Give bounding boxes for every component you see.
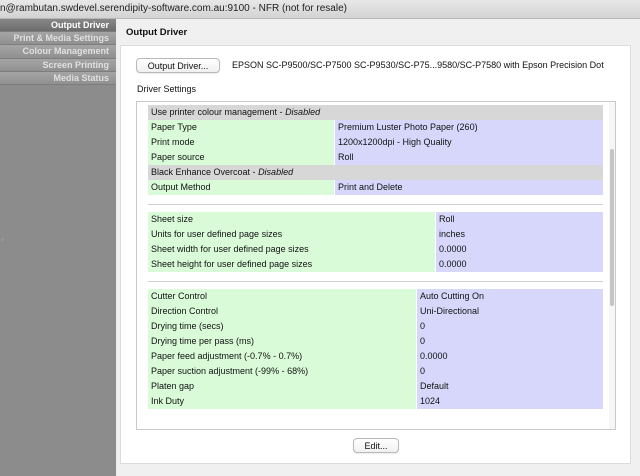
setting-name: Use printer colour management - Disabled (148, 105, 603, 120)
setting-name: Print mode (148, 135, 334, 150)
setting-name-text: Cutter Control (151, 291, 208, 301)
settings-group-page-size: Sheet size Roll Units for user defined pag… (148, 212, 603, 272)
setting-value: Print and Delete (334, 180, 603, 195)
table-row[interactable]: Direction Control Uni-Directional (148, 304, 603, 319)
printer-name: EPSON SC-P9500/SC-P7500 SC-P9530/SC-P75.… (232, 60, 604, 70)
setting-value: 1024 (416, 394, 603, 409)
setting-name: Sheet width for user defined page sizes (148, 242, 435, 257)
table-row[interactable]: Sheet width for user defined page sizes 0… (148, 242, 603, 257)
table-row[interactable]: Output Method Print and Delete (148, 180, 603, 195)
sidebar-item-media-status[interactable]: Media Status (0, 71, 116, 85)
settings-group-media: Use printer colour management - Disabled… (148, 105, 603, 195)
table-row[interactable]: Paper suction adjustment (-99% - 68%) 0 (148, 364, 603, 379)
sidebar-item-colour-management[interactable]: Colour Management (0, 45, 116, 59)
setting-name: Sheet size (148, 212, 435, 227)
setting-name-text: Drying time (secs) (151, 321, 224, 331)
setting-name: Ink Duty (148, 394, 416, 409)
setting-name: Sheet height for user defined page sizes (148, 257, 435, 272)
setting-name-text: Black Enhance Overcoat - (151, 167, 259, 177)
setting-name: Paper Type (148, 120, 334, 135)
sidebar-item-print-media-settings[interactable]: Print & Media Settings (0, 32, 116, 46)
table-row[interactable]: Platen gap Default (148, 379, 603, 394)
setting-name: Paper suction adjustment (-99% - 68%) (148, 364, 416, 379)
setting-name-text: Sheet height for user defined page sizes (151, 259, 313, 269)
setting-value: Auto Cutting On (416, 289, 603, 304)
setting-value: Premium Luster Photo Paper (260) (334, 120, 603, 135)
group-divider (148, 195, 603, 205)
setting-name-text: Ink Duty (151, 396, 185, 406)
setting-name: Paper feed adjustment (-0.7% - 0.7%) (148, 349, 416, 364)
setting-name-text: Print mode (151, 137, 195, 147)
setting-name: Platen gap (148, 379, 416, 394)
sidebar: Output Driver Print & Media Settings Col… (0, 19, 116, 476)
setting-name: Paper source (148, 150, 334, 165)
table-row[interactable]: Use printer colour management - Disabled (148, 105, 603, 120)
setting-value: Default (416, 379, 603, 394)
setting-value: 0 (416, 319, 603, 334)
output-driver-button[interactable]: Output Driver... (136, 58, 220, 73)
table-row[interactable]: Sheet size Roll (148, 212, 603, 227)
setting-name: Black Enhance Overcoat - Disabled (148, 165, 603, 180)
driver-settings-table[interactable]: Use printer colour management - Disabled… (136, 101, 616, 430)
table-row[interactable]: Sheet height for user defined page sizes… (148, 257, 603, 272)
table-row[interactable]: Cutter Control Auto Cutting On (148, 289, 603, 304)
setting-value: 1200x1200dpi - High Quality (334, 135, 603, 150)
setting-name-text: Paper suction adjustment (-99% - 68%) (151, 366, 309, 376)
setting-value: 0.0000 (416, 349, 603, 364)
setting-name: Drying time (secs) (148, 319, 416, 334)
setting-name: Direction Control (148, 304, 416, 319)
scrollbar-thumb[interactable] (610, 149, 614, 306)
settings-list: Use printer colour management - Disabled… (148, 105, 603, 409)
edit-button[interactable]: Edit... (353, 438, 399, 453)
window-title: n@rambutan.swdevel.serendipity-software.… (0, 3, 347, 14)
table-row[interactable]: Print mode 1200x1200dpi - High Quality (148, 135, 603, 150)
table-row[interactable]: Drying time per pass (ms) 0 (148, 334, 603, 349)
setting-name: Drying time per pass (ms) (148, 334, 416, 349)
resize-handle-icon[interactable]: ◦ (1, 235, 4, 244)
setting-name: Units for user defined page sizes (148, 227, 435, 242)
setting-value: inches (435, 227, 603, 242)
setting-name-text: Paper source (151, 152, 205, 162)
setting-name: Output Method (148, 180, 334, 195)
table-row[interactable]: Black Enhance Overcoat - Disabled (148, 165, 603, 180)
setting-value: Uni-Directional (416, 304, 603, 319)
output-driver-panel: Output Driver... EPSON SC-P9500/SC-P7500… (120, 45, 631, 464)
setting-name-text: Sheet width for user defined page sizes (151, 244, 309, 254)
setting-value: 0.0000 (435, 257, 603, 272)
setting-name-text: Units for user defined page sizes (151, 229, 283, 239)
table-row[interactable]: Paper Type Premium Luster Photo Paper (26… (148, 120, 603, 135)
setting-value: Roll (334, 150, 603, 165)
sidebar-item-screen-printing[interactable]: Screen Printing (0, 58, 116, 72)
setting-name: Cutter Control (148, 289, 416, 304)
setting-state: Disabled (258, 167, 294, 177)
page-title: Output Driver (126, 27, 188, 38)
table-row[interactable]: Paper feed adjustment (-0.7% - 0.7%) 0.00… (148, 349, 603, 364)
setting-value: 0.0000 (435, 242, 603, 257)
setting-value: Roll (435, 212, 603, 227)
setting-name-text: Paper feed adjustment (-0.7% - 0.7%) (151, 351, 303, 361)
sidebar-item-output-driver[interactable]: Output Driver (0, 19, 116, 33)
setting-name-text: Sheet size (151, 214, 194, 224)
window-titlebar: n@rambutan.swdevel.serendipity-software.… (0, 0, 640, 19)
setting-name-text: Paper Type (151, 122, 197, 132)
settings-group-printer-control: Cutter Control Auto Cutting On Direction C… (148, 289, 603, 409)
setting-name-text: Use printer colour management - (151, 107, 286, 117)
setting-state: Disabled (285, 107, 321, 117)
table-row[interactable]: Ink Duty 1024 (148, 394, 603, 409)
setting-name-text: Output Method (151, 182, 211, 192)
setting-name-text: Platen gap (151, 381, 195, 391)
group-divider (148, 272, 603, 282)
table-row[interactable]: Units for user defined page sizes inches (148, 227, 603, 242)
main-content: Output Driver Output Driver... EPSON SC-… (117, 19, 640, 476)
setting-value: 0 (416, 334, 603, 349)
driver-settings-label: Driver Settings (137, 84, 197, 94)
setting-name-text: Drying time per pass (ms) (151, 336, 255, 346)
setting-name-text: Direction Control (151, 306, 219, 316)
table-row[interactable]: Paper source Roll (148, 150, 603, 165)
table-row[interactable]: Drying time (secs) 0 (148, 319, 603, 334)
setting-value: 0 (416, 364, 603, 379)
